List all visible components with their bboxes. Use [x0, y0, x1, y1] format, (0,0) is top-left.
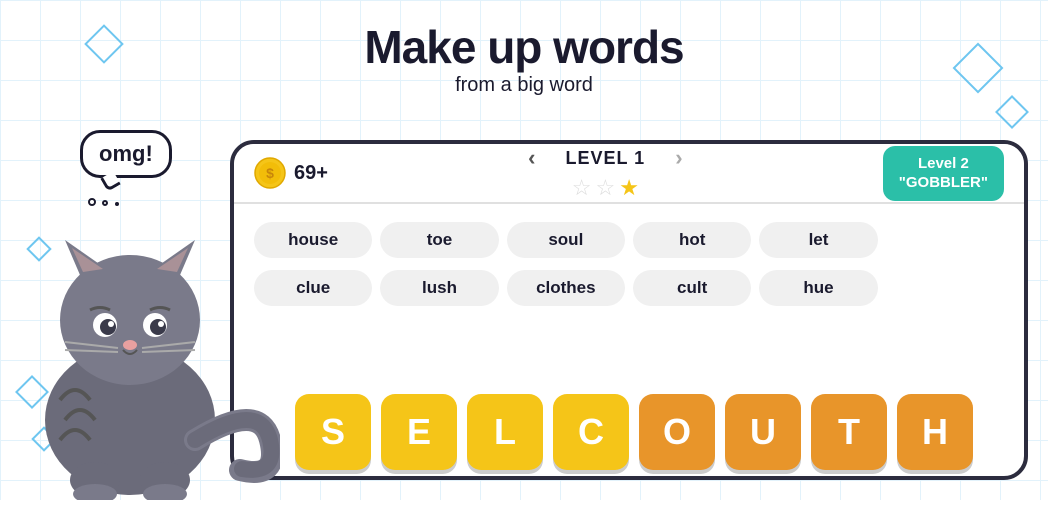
star-2: ☆: [595, 175, 615, 201]
bubble-dots: [88, 193, 121, 211]
level-center: ‹ LEVEL 1 › ☆ ☆ ★: [528, 145, 682, 201]
word-pill[interactable]: let: [759, 222, 877, 258]
header: Make up words from a big word: [0, 20, 1048, 97]
word-pill[interactable]: hue: [759, 270, 877, 306]
main-subtitle: from a big word: [0, 74, 1048, 97]
next-level-button[interactable]: ›: [675, 145, 682, 171]
main-title: Make up words: [0, 20, 1048, 74]
next-level-button[interactable]: Level 2 "GOBBLER": [883, 146, 1004, 201]
star-1: ☆: [572, 175, 592, 201]
tile-c[interactable]: C: [553, 394, 629, 470]
level-nav: ‹ LEVEL 1 ›: [528, 145, 682, 171]
tile-l[interactable]: L: [467, 394, 543, 470]
letter-tiles: S E L C O U T H: [240, 394, 1028, 470]
next-level-line2: "GOBBLER": [899, 173, 988, 193]
speech-bubble: omg!: [80, 130, 172, 178]
tile-o[interactable]: O: [639, 394, 715, 470]
level-label: LEVEL 1: [566, 148, 646, 169]
next-level-line1: Level 2: [899, 154, 988, 174]
word-pill[interactable]: soul: [507, 222, 625, 258]
tile-h[interactable]: H: [897, 394, 973, 470]
tile-e[interactable]: E: [381, 394, 457, 470]
cat-illustration: [0, 120, 320, 500]
prev-level-button[interactable]: ‹: [528, 145, 535, 171]
tile-t[interactable]: T: [811, 394, 887, 470]
word-pill[interactable]: toe: [380, 222, 498, 258]
panel-topbar: $ 69+ ‹ LEVEL 1 › ☆ ☆ ★ Level 2 "GOBBLER…: [234, 144, 1024, 204]
word-grid: house toe soul hot let clue lush clothes…: [234, 204, 1024, 324]
word-pill[interactable]: hot: [633, 222, 751, 258]
tile-u[interactable]: U: [725, 394, 801, 470]
word-pill[interactable]: cult: [633, 270, 751, 306]
star-3: ★: [619, 175, 639, 201]
speech-text: omg!: [99, 141, 153, 166]
stars: ☆ ☆ ★: [572, 175, 639, 201]
word-pill[interactable]: lush: [380, 270, 498, 306]
word-pill[interactable]: clothes: [507, 270, 625, 306]
